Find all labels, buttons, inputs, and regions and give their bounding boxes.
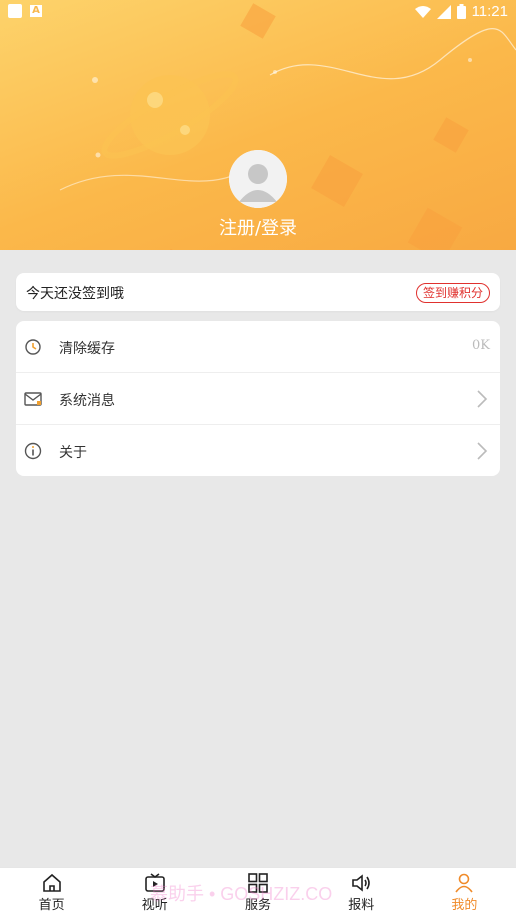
status-time: 11:21 [471,3,508,20]
app-notification-icon: A [30,5,42,17]
tab-label: 视听 [141,898,168,913]
checkin-status-text: 今天还没签到哦 [26,286,124,302]
tab-report[interactable]: 报料 [310,868,413,917]
menu-item-label: 关于 [59,445,87,461]
notification-icon [8,4,22,18]
tv-icon [144,873,165,892]
chevron-right-icon [477,390,488,408]
home-icon [42,873,61,892]
tab-audiovisual[interactable]: 视听 [103,868,206,917]
menu-item-about[interactable]: 关于 [16,425,500,476]
status-bar: A 11:21 [0,0,516,24]
grid-icon [248,873,268,893]
person-icon [455,873,474,893]
mail-icon [24,392,42,406]
speaker-icon [352,874,371,892]
avatar[interactable] [229,150,287,208]
menu-item-label: 系统消息 [59,393,115,409]
tab-label: 报料 [348,898,375,913]
clock-icon [25,339,41,355]
menu-item-clear-cache[interactable]: 清除缓存 0K [16,321,500,373]
cache-size-value: 0K [472,338,490,353]
wifi-icon [414,5,431,18]
tab-label: 首页 [38,898,65,913]
battery-icon [456,4,466,19]
tab-label: 服务 [245,898,272,913]
tab-label: 我的 [451,898,478,913]
signal-icon [436,4,451,19]
chevron-right-icon [477,442,488,460]
menu-item-label: 清除缓存 [59,341,115,357]
settings-menu: 清除缓存 0K 系统消息 关于 [16,321,500,476]
default-avatar-icon [229,150,287,208]
checkin-card: 今天还没签到哦 签到赚积分 [16,273,500,311]
tab-mine[interactable]: 我的 [413,868,516,917]
menu-item-system-messages[interactable]: 系统消息 [16,373,500,425]
login-register-link[interactable]: 注册/登录 [0,214,516,240]
tab-home[interactable]: 首页 [0,868,103,917]
tab-services[interactable]: 服务 [206,868,309,917]
bottom-tab-bar: 首页 视听 服务 报料 我的 [0,867,516,917]
info-icon [24,442,42,460]
checkin-button[interactable]: 签到赚积分 [415,283,490,303]
